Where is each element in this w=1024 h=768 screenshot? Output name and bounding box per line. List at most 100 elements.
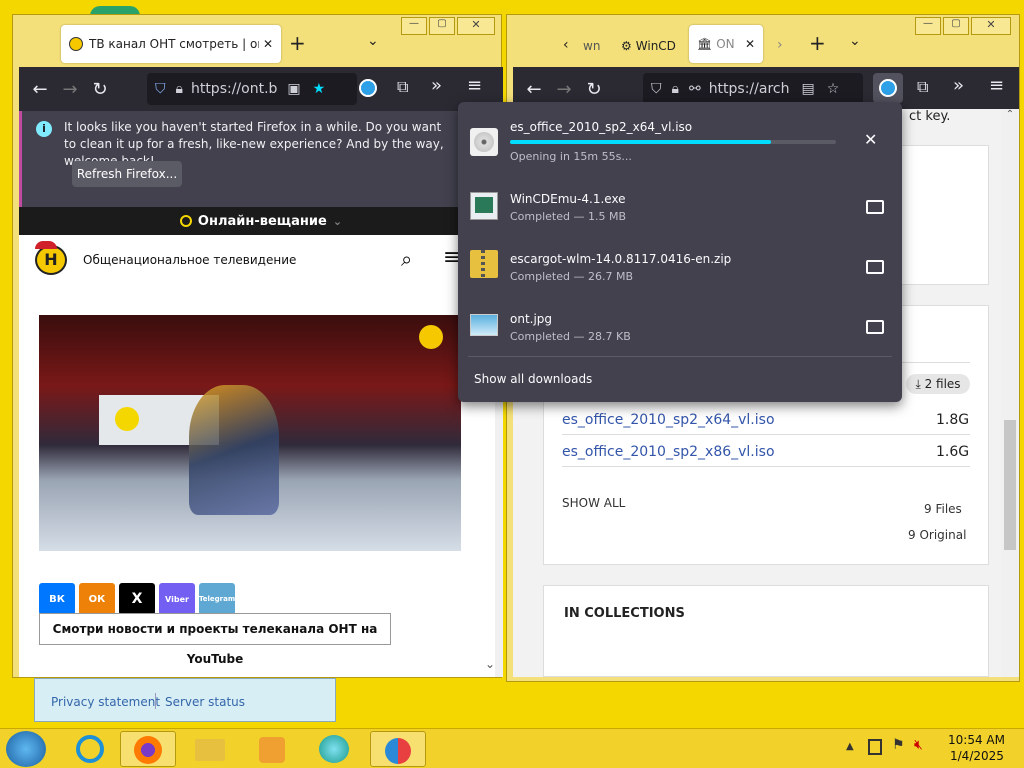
show-all-link[interactable]: SHOW ALL [562, 496, 625, 510]
vk-share-button[interactable]: ВК [39, 583, 75, 615]
lock-icon-right: 🔒︎ [671, 81, 679, 97]
download-item[interactable]: es_office_2010_sp2_x64_vl.iso Opening in… [458, 110, 902, 170]
close-tab-icon-right[interactable]: ✕ [745, 37, 755, 51]
bookmark-star-icon-right[interactable]: ☆ [827, 81, 840, 97]
left-url-bar[interactable]: ⛉ 🔒︎ https://ont.b ▣ ★ [147, 73, 357, 105]
download-name: WinCDEmu-4.1.exe [510, 192, 626, 206]
folder-icon[interactable] [866, 200, 884, 214]
close-button[interactable]: ✕ [457, 17, 495, 35]
tab-scroll-left-icon[interactable]: ‹ [563, 37, 569, 53]
hamburger-menu-icon-right[interactable]: ≡ [989, 75, 1004, 96]
folder-icon[interactable] [866, 260, 884, 274]
flag-icon[interactable]: ⚑ [892, 737, 905, 753]
search-icon[interactable]: ⌕ [401, 247, 412, 271]
network-icon[interactable] [868, 739, 882, 755]
taskbar-explorer[interactable] [182, 731, 238, 767]
minimize-button-right[interactable]: — [915, 17, 941, 35]
chevron-down-icon: ⌄ [332, 214, 343, 228]
extension-icon[interactable] [359, 79, 377, 97]
show-all-downloads-link[interactable]: Show all downloads [474, 372, 592, 386]
downloads-button[interactable] [873, 73, 903, 103]
live-broadcast-bar[interactable]: Онлайн-вещание ⌄ [19, 207, 503, 235]
viber-share-button[interactable]: Viber [159, 583, 195, 615]
new-tab-button-right[interactable]: + [809, 31, 826, 55]
maximize-button-right[interactable]: ▢ [943, 17, 969, 35]
reload-icon[interactable]: ↻ [85, 74, 115, 104]
taskbar-users[interactable] [370, 731, 426, 767]
gear-icon: ⚙ [621, 39, 632, 53]
start-button[interactable] [6, 731, 46, 767]
clock-time[interactable]: 10:54 AM [948, 733, 1005, 747]
minimize-button[interactable]: — [401, 17, 427, 35]
firefox-icon [134, 736, 162, 764]
telegram-share-button[interactable]: Telegram [199, 583, 235, 615]
privacy-statement-link[interactable]: Privacy statement [51, 695, 160, 709]
partial-text: ct key. [909, 109, 951, 124]
download-status: Opening in 15m 55s... [510, 150, 632, 163]
taskbar-ie[interactable] [62, 731, 118, 767]
download-item[interactable]: escargot-wlm-14.0.8117.0416-en.zip Compl… [458, 236, 902, 296]
file-link-x86[interactable]: es_office_2010_sp2_x86_vl.iso [562, 444, 775, 460]
pip-icon[interactable]: ▣ [287, 81, 300, 97]
tab-wincd[interactable]: ⚙ WinCD [621, 31, 676, 61]
download-icon: ⤓ [915, 377, 921, 391]
new-tab-button[interactable]: + [289, 31, 306, 55]
tab-list-chevron-icon-right[interactable]: ⌄ [849, 33, 861, 49]
back-arrow-icon[interactable]: ← [25, 74, 55, 104]
x-share-button[interactable]: X [119, 583, 155, 615]
puzzle-extensions-icon[interactable]: ⧉ [397, 77, 408, 97]
download-item[interactable]: ont.jpg Completed — 28.7 KB [458, 296, 902, 356]
server-status-link[interactable]: Server status [165, 695, 245, 709]
tab-ont[interactable]: ТВ канал ОНТ смотреть | онлайн ✕ [61, 25, 281, 63]
background-panel: Privacy statement Server status [34, 678, 336, 722]
overflow-chevron-icon[interactable]: » [431, 75, 442, 96]
forward-arrow-icon[interactable]: → [55, 74, 85, 104]
hamburger-menu-icon[interactable]: ≡ [467, 75, 482, 96]
close-button-right[interactable]: ✕ [971, 17, 1011, 35]
taskbar-firefox[interactable] [120, 731, 176, 767]
reader-view-icon[interactable]: ▤ [801, 81, 814, 97]
tab-scroll-right-icon[interactable]: › [777, 37, 783, 53]
clock-date[interactable]: 1/4/2025 [950, 749, 1004, 763]
right-url-bar[interactable]: ⛉ 🔒︎ ⚯ https://arch ▤ ☆ [643, 73, 863, 105]
ont-logo[interactable]: Н [35, 245, 67, 275]
site-header: Н Общенациональное телевидение ⌕ ≡ [19, 235, 503, 285]
forward-arrow-icon-right[interactable]: → [549, 74, 579, 104]
back-arrow-icon-right[interactable]: ← [519, 74, 549, 104]
tab-wn[interactable]: wn [583, 39, 600, 53]
shield-icon-right: ⛉ [651, 81, 662, 97]
maximize-button[interactable]: ▢ [429, 17, 455, 35]
folder-icon[interactable] [866, 320, 884, 334]
file-link-x64[interactable]: es_office_2010_sp2_x64_vl.iso [562, 412, 775, 428]
overflow-chevron-icon-right[interactable]: » [953, 75, 964, 96]
right-scrollbar[interactable]: ⌃ [1001, 109, 1019, 677]
tray-chevron-icon[interactable]: ▲ [846, 741, 854, 752]
archive-favicon: 🏛︎ [697, 37, 713, 51]
exe-icon [470, 192, 498, 220]
close-tab-icon[interactable]: ✕ [263, 37, 273, 51]
left-browser-window: — ▢ ✕ ТВ канал ОНТ смотреть | онлайн ✕ +… [12, 14, 503, 678]
youtube-link-button[interactable]: Смотри новости и проекты телеканала ОНТ … [39, 613, 391, 666]
scroll-up-icon[interactable]: ⌃ [1001, 109, 1019, 120]
tab-list-chevron-icon[interactable]: ⌄ [367, 33, 379, 49]
permissions-icon[interactable]: ⚯ [689, 81, 701, 97]
volume-muted-icon[interactable]: 🔇︎ [914, 737, 923, 753]
files-badge[interactable]: ⤓ 2 files [906, 374, 970, 394]
tab-archive[interactable]: 🏛︎ ON ✕ [689, 25, 763, 63]
taskbar-media[interactable] [244, 731, 300, 767]
url-text: https://ont.b [190, 81, 278, 97]
refresh-firefox-button[interactable]: Refresh Firefox... [72, 161, 182, 187]
disc-icon [470, 128, 498, 156]
video-player[interactable] [39, 315, 461, 551]
ok-share-button[interactable]: ОК [79, 583, 115, 615]
download-item[interactable]: WinCDEmu-4.1.exe Completed — 1.5 MB [458, 176, 902, 236]
taskbar-messenger[interactable] [306, 731, 362, 767]
puzzle-extensions-icon-right[interactable]: ⧉ [917, 77, 928, 97]
scroll-thumb[interactable] [1004, 420, 1016, 550]
cancel-download-icon[interactable]: ✕ [864, 130, 877, 149]
scroll-down-icon[interactable]: ⌄ [485, 657, 495, 671]
bookmark-star-icon[interactable]: ★ [313, 81, 326, 97]
reload-icon-right[interactable]: ↻ [579, 74, 609, 104]
messenger-icon [319, 735, 349, 763]
users-icon [385, 738, 411, 764]
